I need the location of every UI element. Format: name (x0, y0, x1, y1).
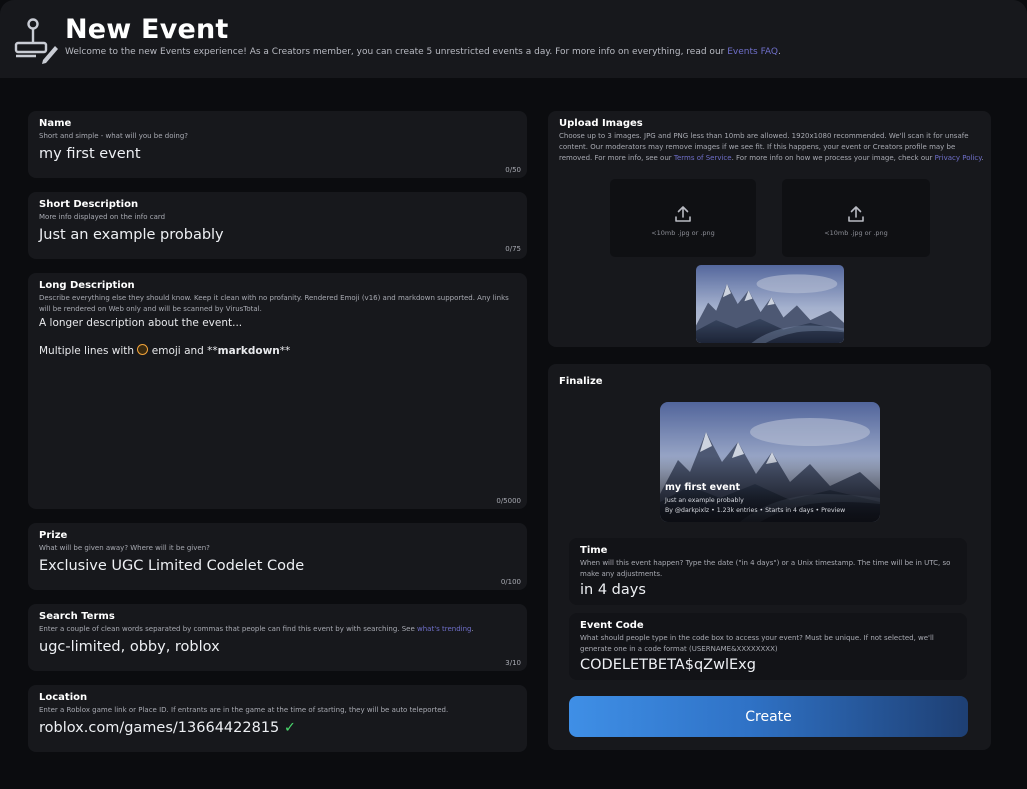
prize-input[interactable]: Exclusive UGC Limited Codelet Code (39, 558, 304, 574)
preview-event-description: Just an example probably (665, 497, 744, 504)
smiley-emoji-icon (137, 344, 149, 355)
upload-images-help: Choose up to 3 images. JPG and PNG less … (559, 132, 984, 162)
name-field[interactable]: Name Short and simple - what will you be… (28, 111, 527, 178)
preview-event-title: my first event (665, 482, 741, 493)
event-code-label: Event Code (580, 620, 644, 631)
upload-hint: <10mb .jpg or .png (824, 229, 888, 237)
search-terms-count: 3/10 (505, 659, 521, 667)
location-help: Enter a Roblox game link or Place ID. If… (39, 706, 449, 714)
name-label: Name (39, 118, 72, 129)
location-label: Location (39, 692, 88, 703)
short-description-input[interactable]: Just an example probably (39, 227, 224, 243)
long-description-char-count: 0/5000 (496, 497, 521, 505)
name-input[interactable]: my first event (39, 146, 141, 162)
image-upload-slot[interactable]: <10mb .jpg or .png (782, 179, 930, 257)
terms-of-service-link[interactable]: Terms of Service (674, 154, 732, 162)
search-terms-label: Search Terms (39, 611, 115, 622)
preview-event-meta: By @darkpixlz • 1.23k entries • Starts i… (665, 507, 846, 514)
search-terms-field[interactable]: Search Terms Enter a couple of clean wor… (28, 604, 527, 671)
name-char-count: 0/50 (505, 166, 521, 174)
mountain-landscape-image (660, 402, 880, 522)
location-field[interactable]: Location Enter a Roblox game link or Pla… (28, 685, 527, 752)
time-field[interactable]: Time When will this event happen? Type t… (569, 538, 967, 605)
time-label: Time (580, 545, 608, 556)
name-help: Short and simple - what will you be doin… (39, 132, 189, 140)
prize-field[interactable]: Prize What will be given away? Where wil… (28, 523, 527, 590)
create-button[interactable]: Create (569, 696, 968, 737)
upload-images-label: Upload Images (559, 118, 643, 129)
long-description-line: A longer description about the event... (39, 317, 243, 329)
short-description-field[interactable]: Short Description More info displayed on… (28, 192, 527, 259)
upload-hint: <10mb .jpg or .png (651, 229, 715, 237)
event-preview-card[interactable]: my first event Just an example probably … (660, 402, 880, 522)
upload-images-panel: Upload Images Choose up to 3 images. JPG… (548, 111, 991, 347)
prize-label: Prize (39, 530, 68, 541)
long-description-field[interactable]: Long Description Describe everything els… (28, 273, 527, 509)
prize-char-count: 0/100 (500, 578, 521, 586)
event-code-input[interactable]: CODELETBETA$qZwlExg (580, 657, 756, 673)
image-upload-slot[interactable]: <10mb .jpg or .png (610, 179, 756, 257)
search-terms-help: Enter a couple of clean words separated … (39, 625, 474, 633)
time-help: When will this event happen? Type the da… (580, 559, 951, 578)
page-header: New Event Welcome to the new Events expe… (0, 0, 1027, 78)
privacy-policy-link[interactable]: Privacy Policy (935, 154, 982, 162)
whats-trending-link[interactable]: what's trending (417, 625, 471, 633)
upload-icon (848, 206, 864, 222)
finalize-label: Finalize (559, 376, 603, 387)
long-description-input[interactable]: A longer description about the event... … (39, 316, 290, 372)
page-title: New Event (65, 14, 229, 45)
uploaded-image-thumbnail[interactable] (696, 265, 844, 343)
search-terms-input[interactable]: ugc-limited, obby, roblox (39, 639, 220, 655)
joystick-icon (14, 18, 58, 64)
long-description-help: Describe everything else they should kno… (39, 294, 509, 313)
long-description-label: Long Description (39, 280, 135, 291)
mountain-landscape-image (696, 265, 844, 343)
finalize-panel: Finalize my first event Just an example … (548, 364, 991, 750)
long-description-line: Multiple lines with emoji and **markdown… (39, 344, 291, 357)
short-description-char-count: 0/75 (505, 245, 521, 253)
upload-icon (675, 206, 691, 222)
event-code-field[interactable]: Event Code What should people type in th… (569, 613, 967, 680)
page-subtitle: Welcome to the new Events experience! As… (65, 47, 781, 57)
short-description-help: More info displayed on the info card (39, 213, 166, 221)
location-input[interactable]: roblox.com/games/13664422815 ✓ (39, 720, 296, 736)
checkmark-icon: ✓ (283, 720, 297, 736)
prize-help: What will be given away? Where will it b… (39, 544, 210, 552)
events-faq-link[interactable]: Events FAQ (727, 47, 778, 57)
short-description-label: Short Description (39, 199, 139, 210)
event-code-help: What should people type in the code box … (580, 634, 934, 653)
time-input[interactable]: in 4 days (580, 582, 646, 598)
